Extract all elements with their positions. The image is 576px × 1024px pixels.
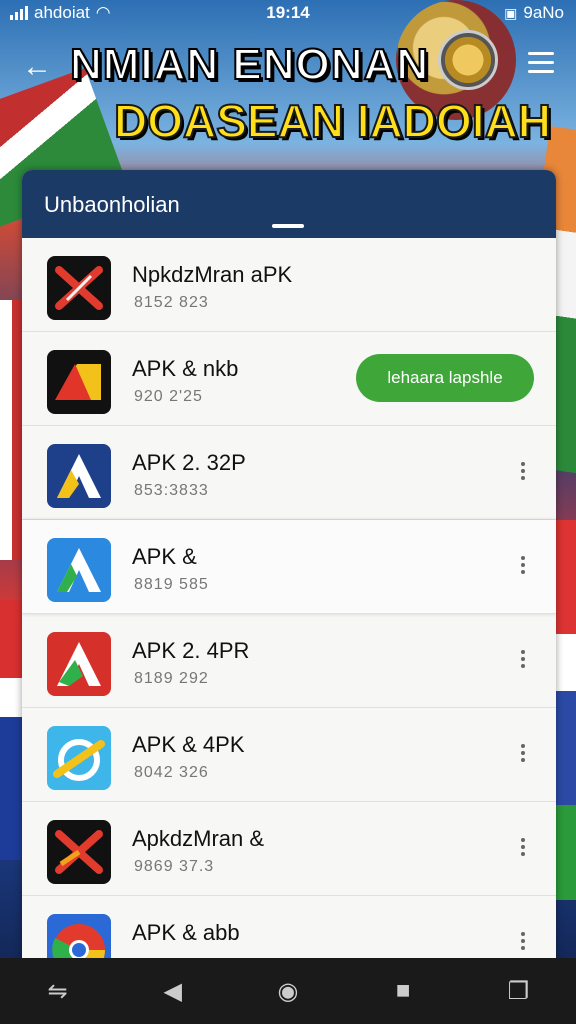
more-options-icon[interactable] bbox=[520, 556, 526, 577]
app-size: 8152 823 bbox=[134, 294, 209, 311]
a-logo-red-icon bbox=[47, 632, 111, 696]
battery-label: 9aNo bbox=[523, 3, 564, 22]
header: ← NMIAN ENONAN DOASEAN IADOIAH bbox=[0, 30, 576, 170]
app-size: 8189 292 bbox=[134, 670, 209, 687]
a-logo-navy-icon bbox=[47, 444, 111, 508]
page-title-line2: DOASEAN IADOIAH bbox=[113, 94, 552, 148]
clock: 19:14 bbox=[266, 3, 310, 22]
app-name: APK & nkb bbox=[132, 356, 239, 381]
more-options-icon[interactable] bbox=[520, 838, 526, 859]
app-name: NpkdzMran aPK bbox=[132, 262, 293, 287]
app-name: APK & 4PK bbox=[132, 732, 245, 757]
list-item[interactable]: APK & 8819 585 bbox=[22, 520, 556, 614]
back-triangle-icon[interactable]: ◀ bbox=[153, 971, 193, 1011]
app-list: NpkdzMran aPK 8152 823 APK & nkb 920 2'2… bbox=[22, 238, 556, 970]
app-size: 920 2'25 bbox=[134, 388, 203, 405]
app-name: ApkdzMran & bbox=[132, 826, 265, 851]
drag-handle[interactable] bbox=[272, 224, 304, 228]
app-name: APK & bbox=[132, 544, 197, 569]
system-nav-bar: ⇋ ◀ ◉ ■ ❐ bbox=[0, 958, 576, 1024]
rotate-icon[interactable]: ⇋ bbox=[38, 971, 78, 1011]
recents-square-icon[interactable]: ■ bbox=[383, 971, 423, 1011]
red-x-dark-icon bbox=[47, 820, 111, 884]
wifi-icon: ◠ bbox=[95, 3, 111, 22]
more-options-icon[interactable] bbox=[520, 744, 526, 765]
signal-icon bbox=[10, 6, 28, 20]
install-button[interactable]: lehaara lapshle bbox=[356, 354, 534, 402]
app-size: 8819 585 bbox=[134, 576, 209, 593]
back-arrow-icon[interactable]: ← bbox=[22, 50, 52, 84]
carrier-label: ahdoiat bbox=[34, 3, 90, 22]
home-circle-icon[interactable]: ◉ bbox=[268, 971, 308, 1011]
list-item[interactable]: ApkdzMran & 9869 37.3 bbox=[22, 802, 556, 896]
app-size: 9869 37.3 bbox=[134, 858, 215, 875]
page-title-line1: NMIAN ENONAN bbox=[69, 39, 430, 90]
list-item[interactable]: NpkdzMran aPK 8152 823 bbox=[22, 238, 556, 332]
status-bar: ahdoiat ◠ 19:14 ▣ 9aNo bbox=[0, 0, 576, 26]
alarm-icon: ▣ bbox=[504, 4, 518, 21]
list-item[interactable]: APK 2. 4PR 8189 292 bbox=[22, 614, 556, 708]
app-name: APK 2. 32P bbox=[132, 450, 246, 475]
a-logo-blue-icon bbox=[47, 538, 111, 602]
hamburger-menu-icon[interactable] bbox=[528, 52, 554, 74]
panel-title: Unbaonholian bbox=[44, 192, 180, 217]
more-options-icon[interactable] bbox=[520, 462, 526, 483]
more-options-icon[interactable] bbox=[520, 932, 526, 953]
list-item[interactable]: APK & nkb 920 2'25 lehaara lapshle bbox=[22, 332, 556, 426]
app-size: 853:3833 bbox=[134, 482, 209, 499]
list-item[interactable]: APK & 4PK 8042 326 bbox=[22, 708, 556, 802]
app-name: APK 2. 4PR bbox=[132, 638, 250, 663]
a-logo-cyan-icon bbox=[47, 726, 111, 790]
red-x-icon bbox=[47, 256, 111, 320]
app-list-panel: Unbaonholian NpkdzMran aPK 8152 823 APK … bbox=[22, 170, 556, 970]
red-arrow-icon bbox=[47, 350, 111, 414]
more-options-icon[interactable] bbox=[520, 650, 526, 671]
app-name: APK & abb bbox=[132, 920, 240, 945]
app-size: 8042 326 bbox=[134, 764, 209, 781]
panel-header: Unbaonholian bbox=[22, 170, 556, 238]
list-item[interactable]: APK 2. 32P 853:3833 bbox=[22, 426, 556, 520]
overview-icon[interactable]: ❐ bbox=[498, 971, 538, 1011]
